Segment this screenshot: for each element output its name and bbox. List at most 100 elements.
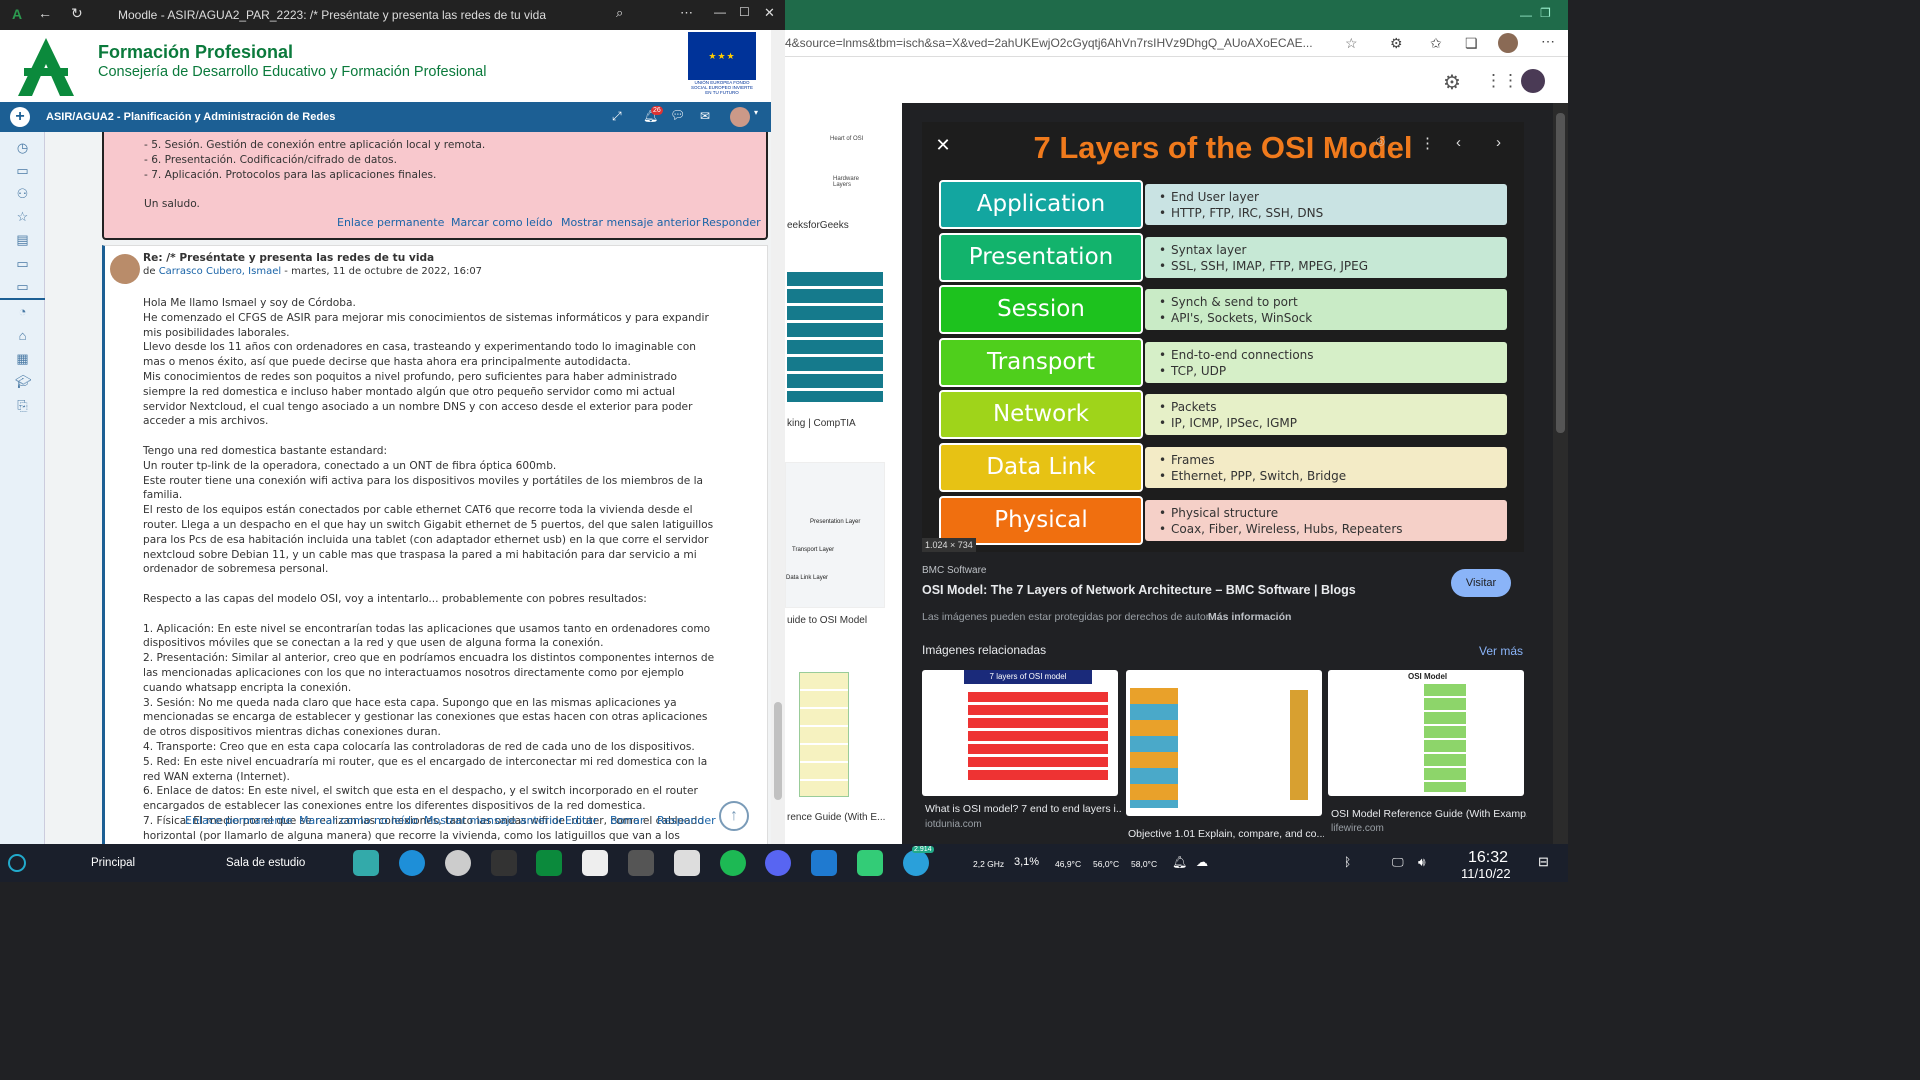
maximize-icon[interactable]: ❐: [1540, 6, 1551, 20]
layers-app-icon[interactable]: [857, 850, 883, 876]
text-app-icon[interactable]: [628, 850, 654, 876]
bluetooth-icon[interactable]: ᛒ: [1344, 855, 1351, 869]
related-thumb-3[interactable]: OSI Model: [1328, 670, 1524, 796]
discord-app-icon[interactable]: [765, 850, 791, 876]
show-parent-link[interactable]: Mostrar mensaje anterior: [424, 814, 563, 827]
close-icon[interactable]: ✕: [932, 134, 954, 156]
telegram-app-icon[interactable]: [903, 850, 929, 876]
permalink-link[interactable]: Enlace permanente: [185, 814, 292, 827]
moodle-scrollbar[interactable]: [771, 30, 785, 844]
graduation-icon[interactable]: 🎓︎: [15, 374, 32, 389]
users-icon[interactable]: ⚇: [15, 186, 30, 201]
delete-link[interactable]: Borrar: [610, 814, 644, 827]
star-icon[interactable]: ☆: [1345, 35, 1358, 52]
related-caption-3[interactable]: OSI Model Reference Guide (With Examp...: [1331, 808, 1527, 820]
calc-app-icon[interactable]: [674, 850, 700, 876]
start-icon[interactable]: [8, 854, 26, 872]
extensions-icon[interactable]: ⚙: [1390, 35, 1403, 52]
profile-avatar[interactable]: [1498, 33, 1518, 53]
lens-icon[interactable]: ⌾: [1376, 134, 1385, 151]
panel-scrollbar[interactable]: [1553, 103, 1568, 844]
edit-link[interactable]: Editar: [565, 814, 598, 827]
reply-link[interactable]: Responder: [657, 814, 716, 827]
cloud-icon[interactable]: ☁: [1196, 855, 1208, 869]
reload-icon[interactable]: ↻: [71, 5, 83, 22]
mark-read-link[interactable]: Marcar como leído: [451, 216, 553, 229]
files-icon[interactable]: ⎘: [15, 398, 30, 413]
clock-icon[interactable]: ◷: [15, 140, 30, 155]
next-icon[interactable]: ›: [1496, 134, 1501, 151]
course-title[interactable]: ASIR/AGUA2 - Planificación y Administrac…: [46, 111, 335, 123]
vscode-app-icon[interactable]: [811, 850, 837, 876]
account-avatar[interactable]: [1521, 69, 1545, 93]
chevron-down-icon[interactable]: ▾: [754, 108, 758, 117]
collections-icon[interactable]: ❏: [1465, 35, 1478, 52]
url-text[interactable]: 4&source=lnms&tbm=isch&sa=X&ved=2ahUKEwj…: [785, 36, 1313, 50]
settings-icon[interactable]: ⚙: [1443, 70, 1461, 95]
taskbar-tab-study[interactable]: Sala de estudio: [226, 857, 305, 869]
related-thumb-1[interactable]: 7 layers of OSI model: [922, 670, 1118, 796]
close-icon[interactable]: ✕: [764, 5, 775, 21]
notes-app-icon[interactable]: [491, 850, 517, 876]
taskbar-tab-principal[interactable]: Principal: [91, 857, 135, 869]
apps-icon[interactable]: ⋮⋮: [1485, 71, 1519, 91]
minimize-icon[interactable]: —: [714, 5, 726, 19]
result-caption-4[interactable]: rence Guide (With E...: [787, 812, 885, 823]
user-avatar[interactable]: [730, 107, 750, 127]
post-author-link[interactable]: Carrasco Cubero, Ismael: [159, 266, 281, 277]
reply-link[interactable]: Responder: [702, 216, 761, 229]
app-menu-icon[interactable]: ⋯: [680, 5, 693, 21]
calendar-icon[interactable]: ▦: [15, 351, 30, 366]
back-icon[interactable]: ←: [38, 5, 52, 21]
result-caption-3[interactable]: uide to OSI Model: [787, 615, 867, 626]
vm-app-icon[interactable]: [445, 850, 471, 876]
folder-icon[interactable]: ▭: [15, 163, 30, 178]
fullscreen-icon[interactable]: ⤢: [612, 109, 622, 124]
network-icon[interactable]: 🖵︎: [1392, 855, 1404, 870]
result-caption-1[interactable]: eeksforGeeks: [787, 220, 849, 231]
book-icon[interactable]: ▤: [15, 232, 30, 247]
result-thumb-1[interactable]: Heart of OSI Hardware Layers: [785, 100, 885, 212]
spotify-app-icon[interactable]: [720, 850, 746, 876]
clock-date[interactable]: 11/10/22: [1461, 866, 1511, 881]
address-bar[interactable]: 4&source=lnms&tbm=isch&sa=X&ved=2ahUKEwj…: [785, 30, 1568, 57]
moodle-app-icon[interactable]: [536, 850, 562, 876]
more-info-link[interactable]: Más información: [1208, 611, 1291, 623]
more-icon[interactable]: ⋮: [1420, 134, 1435, 152]
folder-icon[interactable]: ▭: [15, 256, 30, 271]
result-thumb-3[interactable]: Presentation Layer Transport Layer Data …: [785, 462, 885, 608]
result-thumb-2[interactable]: [785, 270, 885, 407]
result-thumb-4[interactable]: [785, 660, 885, 805]
folder-icon[interactable]: ▭: [15, 279, 30, 294]
chat-icon[interactable]: 💬︎: [670, 108, 685, 122]
files-app-icon[interactable]: [353, 850, 379, 876]
dashboard-icon[interactable]: ◔: [15, 304, 30, 319]
calendar-app-icon[interactable]: [582, 850, 608, 876]
mail-icon[interactable]: ✉: [700, 109, 710, 123]
permalink-link[interactable]: Enlace permanente: [337, 216, 444, 229]
menu-icon[interactable]: ⋯: [1541, 33, 1555, 50]
result-caption-2[interactable]: king | CompTIA: [787, 418, 856, 429]
edge-app-icon[interactable]: [399, 850, 425, 876]
minimize-icon[interactable]: —: [1520, 8, 1532, 22]
maximize-icon[interactable]: ☐: [739, 5, 750, 19]
show-desktop-icon[interactable]: ⊟: [1538, 854, 1549, 870]
related-caption-1[interactable]: What is OSI model? 7 end to end layers i…: [925, 803, 1121, 815]
visit-button[interactable]: Visitar: [1451, 569, 1511, 597]
show-parent-link[interactable]: Mostrar mensaje anterior: [561, 216, 700, 229]
author-avatar[interactable]: [110, 254, 140, 284]
home-icon[interactable]: ⌂: [15, 328, 30, 343]
bell-icon[interactable]: 🔔︎: [1172, 855, 1187, 869]
see-more-link[interactable]: Ver más: [1479, 644, 1523, 658]
volume-icon[interactable]: 🔊︎: [1418, 855, 1426, 870]
mark-unread-link[interactable]: Marcar como no leído: [299, 814, 418, 827]
related-thumb-2[interactable]: [1126, 670, 1322, 816]
star-icon[interactable]: ☆: [15, 209, 30, 224]
prev-icon[interactable]: ‹: [1456, 134, 1461, 151]
favorites-icon[interactable]: ✩: [1430, 35, 1442, 52]
image-page-title[interactable]: OSI Model: The 7 Layers of Network Archi…: [922, 583, 1356, 597]
zoom-icon[interactable]: ⌕: [616, 5, 623, 21]
related-caption-2[interactable]: Objective 1.01 Explain, compare, and co.…: [1128, 828, 1324, 840]
add-icon[interactable]: +: [10, 107, 30, 127]
back-to-top-icon[interactable]: ↑: [719, 801, 749, 831]
